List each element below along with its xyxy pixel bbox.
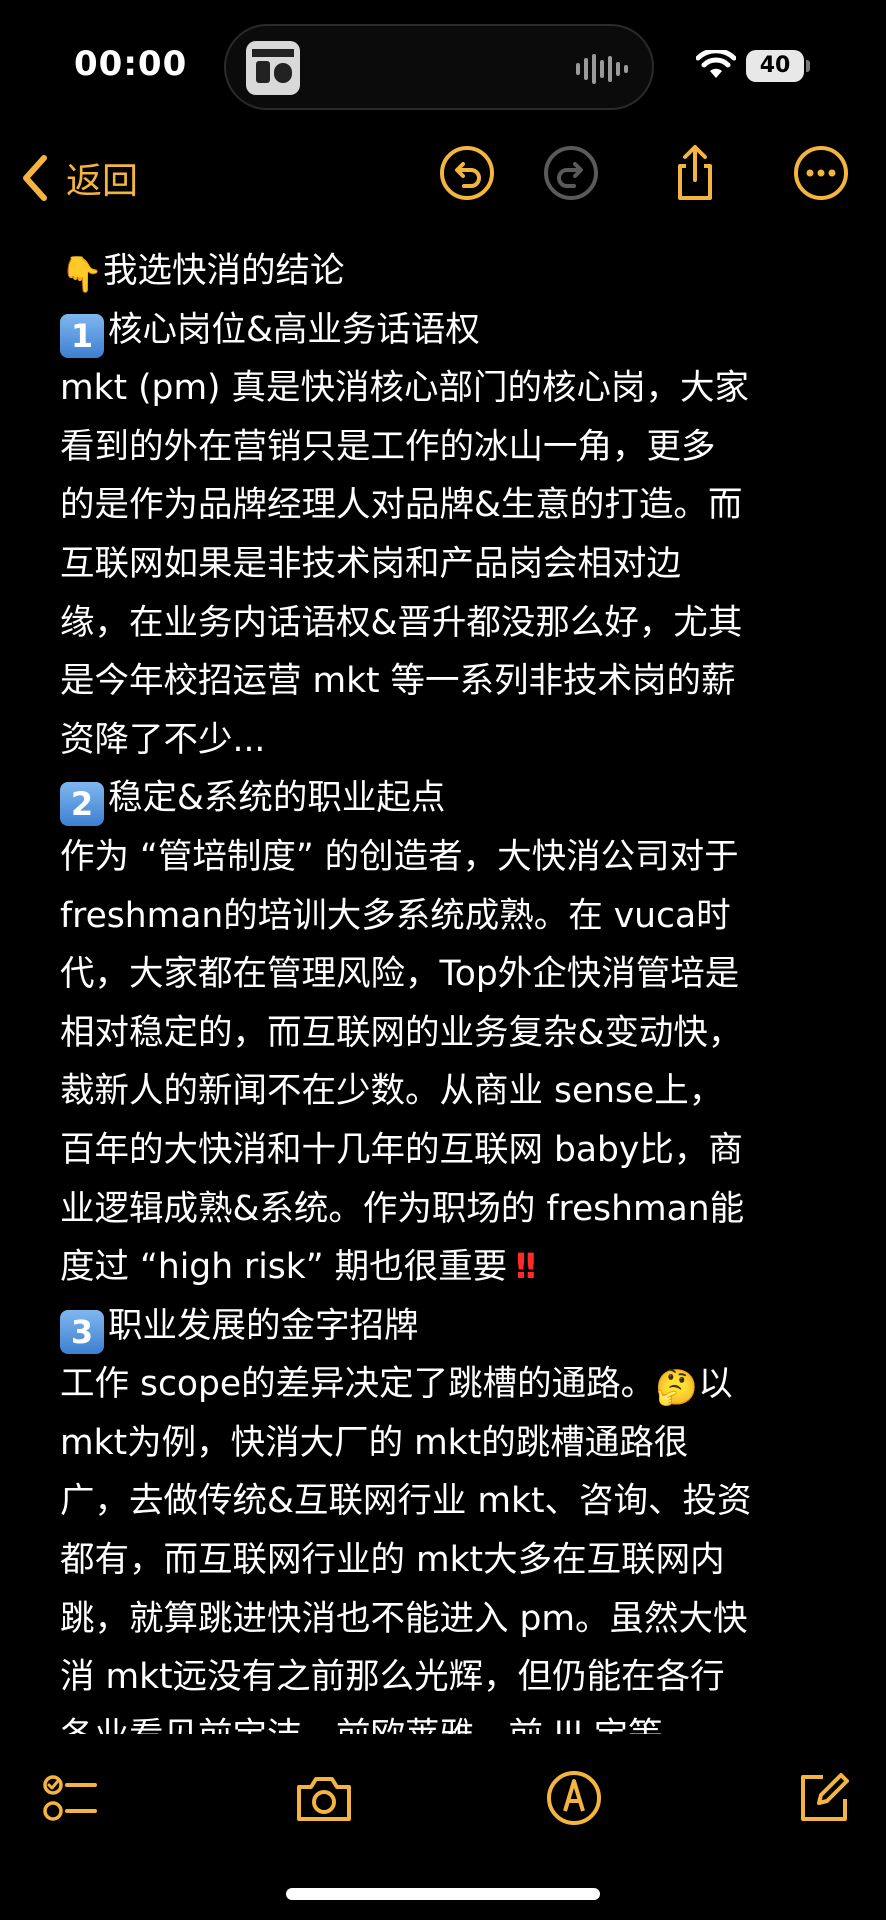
dynamic-island[interactable] [224, 24, 654, 110]
more-button[interactable] [786, 138, 856, 208]
share-button[interactable] [660, 138, 730, 208]
note-toolbar: 返回 [0, 130, 886, 220]
note-line: 消 mkt远没有之前那么光辉，但仍能在各行 [60, 1657, 725, 1698]
redo-icon [544, 146, 598, 200]
markup-pen-icon [547, 1771, 601, 1825]
back-button[interactable]: 返回 [18, 148, 138, 208]
markup-button[interactable] [536, 1760, 612, 1836]
keycap-three-icon: 3 [60, 1309, 104, 1354]
note-line: 1 核心岗位&高业务话语权 [60, 301, 840, 360]
note-line: mkt (pm) 真是快消核心部门的核心岗，大家 [60, 368, 749, 409]
note-text: 工作 scope的差异决定了跳槽的通路。 [60, 1364, 656, 1405]
section-heading: 职业发展的金字招牌 [108, 1305, 419, 1346]
compose-button[interactable] [786, 1760, 862, 1836]
pointing-down-emoji: 👇 [60, 255, 103, 295]
audio-waveform-icon [576, 54, 628, 84]
note-line: 广，去做传统&互联网行业 mkt、咨询、投资 [60, 1481, 752, 1522]
undo-icon [440, 146, 494, 200]
note-line: 度过 “high risk” 期也很重要!! [60, 1238, 840, 1297]
note-line: 跳，就算跳进快消也不能进入 pm。虽然大快 [60, 1598, 748, 1639]
note-line: 裁新人的新闻不在少数。从商业 sense上， [60, 1071, 724, 1112]
thinking-face-emoji: 🤔 [655, 1368, 699, 1409]
keycap-two-icon: 2 [60, 782, 104, 827]
note-line: 代，大家都在管理风险，Top外企快消管培是 [60, 954, 740, 995]
note-heading: 我选快消的结论 [102, 251, 345, 291]
media-thumbnail-icon [246, 41, 300, 95]
note-line: 👇我选快消的结论 [60, 242, 840, 301]
checklist-button[interactable] [32, 1760, 108, 1836]
note-line: 2 稳定&系统的职业起点 [60, 769, 840, 828]
battery-nub [806, 60, 810, 72]
status-bar: 00:00 40 [0, 0, 886, 130]
home-indicator[interactable] [286, 1888, 600, 1900]
note-line: 看到的外在营销只是工作的冰山一角，更多 [60, 426, 716, 467]
note-line: 各业看见前宝洁、前欧莱雅、前 lll 宝等 [60, 1707, 840, 1734]
chevron-left-icon [23, 155, 47, 201]
note-line: 工作 scope的差异决定了跳槽的通路。🤔以 [60, 1355, 840, 1414]
note-line: 百年的大快消和十几年的互联网 baby比，商 [60, 1129, 743, 1170]
note-line: 都有，而互联网行业的 mkt大多在互联网内 [60, 1540, 725, 1581]
keycap-one-icon: 1 [60, 313, 104, 358]
double-exclamation-icon: !! [513, 1247, 539, 1288]
camera-icon [297, 1777, 351, 1821]
note-body[interactable]: 👇我选快消的结论 1 核心岗位&高业务话语权 mkt (pm) 真是快消核心部门的… [60, 242, 840, 1734]
status-time: 00:00 [74, 44, 188, 84]
compose-icon [801, 1773, 849, 1821]
note-line: 相对稳定的，而互联网的业务复杂&变动快， [60, 1012, 743, 1053]
camera-button[interactable] [286, 1760, 362, 1836]
more-icon [794, 146, 848, 200]
note-line: 资降了不少... [60, 719, 266, 760]
undo-button[interactable] [432, 138, 502, 208]
back-label: 返回 [66, 161, 139, 202]
note-line: 缘，在业务内话语权&晋升都没那么好，尤其 [60, 602, 743, 643]
note-line: 互联网如果是非技术岗和产品岗会相对边 [60, 543, 681, 584]
note-text: 以 [698, 1364, 733, 1405]
share-icon [678, 145, 712, 200]
note-text: 度过 “high risk” 期也很重要 [60, 1247, 508, 1288]
wifi-icon [696, 50, 736, 78]
note-line: freshman的培训大多系统成熟。在 vuca时 [60, 895, 731, 936]
note-line: 业逻辑成熟&系统。作为职场的 freshman能 [60, 1188, 745, 1229]
note-line: mkt为例，快消大厂的 mkt的跳槽通路很 [60, 1422, 689, 1463]
note-line: 是今年校招运营 mkt 等一系列非技术岗的薪 [60, 661, 736, 702]
section-heading: 稳定&系统的职业起点 [108, 778, 446, 819]
note-line: 的是作为品牌经理人对品牌&生意的打造。而 [60, 485, 743, 526]
redo-button[interactable] [536, 138, 606, 208]
section-heading: 核心岗位&高业务话语权 [108, 309, 480, 350]
note-line: 作为 “管培制度” 的创造者，大快消公司对于 [60, 836, 739, 877]
bottom-toolbar [0, 1740, 886, 1850]
battery-icon: 40 [746, 50, 804, 82]
checklist-icon [43, 1775, 97, 1821]
note-line: 3 职业发展的金字招牌 [60, 1297, 840, 1356]
